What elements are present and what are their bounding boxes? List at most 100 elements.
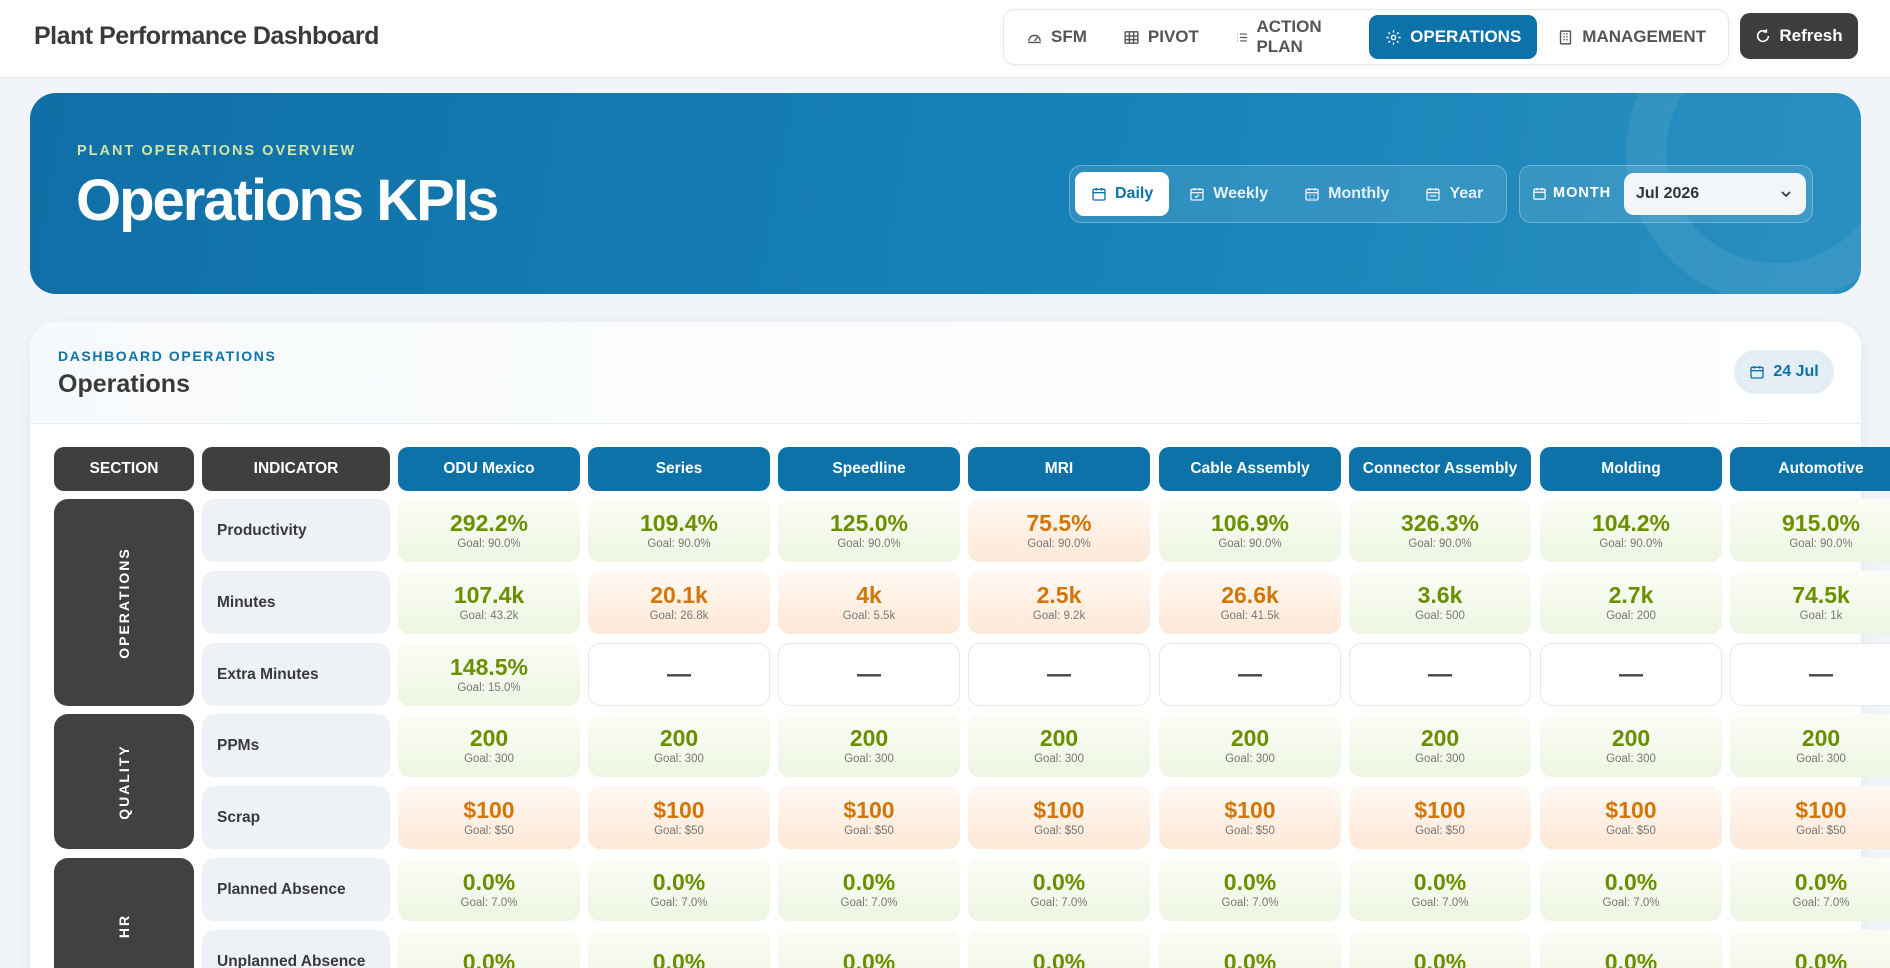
kpi-value: 106.9% (1210, 510, 1289, 536)
kpi-cell[interactable]: 200 Goal: 300 (778, 714, 960, 777)
kpi-cell[interactable]: 200 Goal: 300 (1349, 714, 1531, 777)
kpi-value: 74.5k (1792, 582, 1850, 608)
top-bar: Plant Performance Dashboard SFM PIVOT AC… (0, 0, 1890, 78)
kpi-cell[interactable]: — (968, 643, 1150, 706)
nav-item-sfm[interactable]: SFM (1010, 15, 1103, 59)
kpi-value: 0.0% (1413, 869, 1467, 895)
kpi-value: 107.4k (453, 582, 525, 608)
panel-header: DASHBOARD OPERATIONS Operations 24 Jul (30, 322, 1861, 424)
kpi-cell[interactable]: $100 Goal: $50 (1540, 786, 1722, 849)
kpi-cell[interactable]: — (1540, 643, 1722, 706)
kpi-cell[interactable]: 0.0% (778, 930, 960, 968)
kpi-cell[interactable]: $100 Goal: $50 (1159, 786, 1341, 849)
kpi-cell[interactable]: 0.0% (968, 930, 1150, 968)
kpi-cell[interactable]: $100 Goal: $50 (1730, 786, 1890, 849)
kpi-value: 0.0% (842, 948, 896, 968)
kpi-cell[interactable]: 0.0% Goal: 7.0% (778, 858, 960, 921)
period-year[interactable]: Year (1409, 172, 1499, 216)
kpi-cell[interactable]: 0.0% Goal: 7.0% (1730, 858, 1890, 921)
kpi-cell[interactable]: 26.6k Goal: 41.5k (1159, 571, 1341, 634)
kpi-cell[interactable]: 200 Goal: 300 (1730, 714, 1890, 777)
indicator-label: Planned Absence (202, 858, 390, 921)
nav-item-operations[interactable]: OPERATIONS (1369, 15, 1538, 59)
column-header[interactable]: Speedline (778, 447, 960, 491)
kpi-cell[interactable]: 0.0% (1730, 930, 1890, 968)
kpi-cell[interactable]: — (1159, 643, 1341, 706)
kpi-value: 0.0% (1223, 948, 1277, 968)
kpi-cell[interactable]: 0.0% (1540, 930, 1722, 968)
kpi-cell[interactable]: 0.0% (1159, 930, 1341, 968)
column-header[interactable]: Connector Assembly (1349, 447, 1531, 491)
kpi-cell[interactable]: 20.1k Goal: 26.8k (588, 571, 770, 634)
kpi-cell[interactable]: 148.5% Goal: 15.0% (398, 643, 580, 706)
kpi-goal: Goal: $50 (1034, 825, 1084, 837)
column-header[interactable]: MRI (968, 447, 1150, 491)
kpi-cell[interactable]: 104.2% Goal: 90.0% (1540, 499, 1722, 562)
kpi-cell[interactable]: 107.4k Goal: 43.2k (398, 571, 580, 634)
kpi-cell[interactable]: 109.4% Goal: 90.0% (588, 499, 770, 562)
kpi-goal: Goal: 7.0% (840, 897, 898, 909)
kpi-cell[interactable]: 200 Goal: 300 (968, 714, 1150, 777)
kpi-cell[interactable]: 0.0% Goal: 7.0% (1349, 858, 1531, 921)
kpi-cell[interactable]: 4k Goal: 5.5k (778, 571, 960, 634)
kpi-cell[interactable]: 915.0% Goal: 90.0% (1730, 499, 1890, 562)
period-monthly[interactable]: Monthly (1288, 172, 1405, 216)
kpi-cell[interactable]: 200 Goal: 300 (1540, 714, 1722, 777)
kpi-cell[interactable]: 200 Goal: 300 (398, 714, 580, 777)
kpi-cell[interactable]: 0.0% Goal: 7.0% (1540, 858, 1722, 921)
period-weekly[interactable]: Weekly (1173, 172, 1284, 216)
kpi-cell[interactable]: 2.7k Goal: 200 (1540, 571, 1722, 634)
kpi-cell[interactable]: 0.0% (1349, 930, 1531, 968)
kpi-cell[interactable]: 3.6k Goal: 500 (1349, 571, 1531, 634)
kpi-cell[interactable]: 75.5% Goal: 90.0% (968, 499, 1150, 562)
kpi-cell[interactable]: $100 Goal: $50 (778, 786, 960, 849)
kpi-cell[interactable]: $100 Goal: $50 (398, 786, 580, 849)
kpi-cell[interactable]: 0.0% Goal: 7.0% (398, 858, 580, 921)
period-daily[interactable]: Daily (1075, 172, 1170, 216)
kpi-value: $100 (1033, 797, 1085, 823)
nav-item-management[interactable]: MANAGEMENT (1541, 15, 1722, 59)
kpi-value: 200 (1801, 725, 1841, 751)
kpi-cell[interactable]: — (588, 643, 770, 706)
kpi-cell[interactable]: 0.0% Goal: 7.0% (588, 858, 770, 921)
kpi-cell[interactable]: 74.5k Goal: 1k (1730, 571, 1890, 634)
period-label: Weekly (1213, 185, 1269, 202)
nav-item-pivot[interactable]: PIVOT (1107, 15, 1215, 59)
date-chip[interactable]: 24 Jul (1734, 350, 1834, 394)
kpi-value: 0.0% (1604, 948, 1658, 968)
kpi-cell[interactable]: 0.0% (398, 930, 580, 968)
kpi-goal: Goal: 90.0% (647, 538, 711, 550)
kpi-cell[interactable]: — (1349, 643, 1531, 706)
kpi-cell[interactable]: 106.9% Goal: 90.0% (1159, 499, 1341, 562)
kpi-cell[interactable]: 326.3% Goal: 90.0% (1349, 499, 1531, 562)
kpi-cell[interactable]: $100 Goal: $50 (1349, 786, 1531, 849)
kpi-cell[interactable]: $100 Goal: $50 (968, 786, 1150, 849)
kpi-goal: Goal: $50 (654, 825, 704, 837)
column-header[interactable]: Cable Assembly (1159, 447, 1341, 491)
kpi-cell[interactable]: 0.0% (588, 930, 770, 968)
kpi-cell[interactable]: 200 Goal: 300 (1159, 714, 1341, 777)
kpi-value: $100 (653, 797, 705, 823)
kpi-cell[interactable]: 292.2% Goal: 90.0% (398, 499, 580, 562)
refresh-button[interactable]: Refresh (1740, 13, 1858, 59)
kpi-cell[interactable]: 2.5k Goal: 9.2k (968, 571, 1150, 634)
nav-item-action-plan[interactable]: ACTION PLAN (1219, 15, 1365, 59)
kpi-cell[interactable]: $100 Goal: $50 (588, 786, 770, 849)
kpi-goal: Goal: 300 (1796, 753, 1846, 765)
column-header[interactable]: Series (588, 447, 770, 491)
column-header[interactable]: Automotive (1730, 447, 1890, 491)
kpi-value: 125.0% (829, 510, 908, 536)
month-label-text: MONTH (1553, 185, 1612, 201)
column-header[interactable]: Molding (1540, 447, 1722, 491)
kpi-goal: Goal: 300 (1034, 753, 1084, 765)
kpi-cell[interactable]: — (778, 643, 960, 706)
kpi-value: 20.1k (650, 582, 708, 608)
kpi-cell[interactable]: 125.0% Goal: 90.0% (778, 499, 960, 562)
app-title: Plant Performance Dashboard (34, 22, 379, 50)
kpi-cell[interactable]: — (1730, 643, 1890, 706)
kpi-cell[interactable]: 200 Goal: 300 (588, 714, 770, 777)
kpi-cell[interactable]: 0.0% Goal: 7.0% (1159, 858, 1341, 921)
month-select[interactable]: Jul 2026 (1624, 173, 1806, 215)
column-header[interactable]: ODU Mexico (398, 447, 580, 491)
kpi-cell[interactable]: 0.0% Goal: 7.0% (968, 858, 1150, 921)
